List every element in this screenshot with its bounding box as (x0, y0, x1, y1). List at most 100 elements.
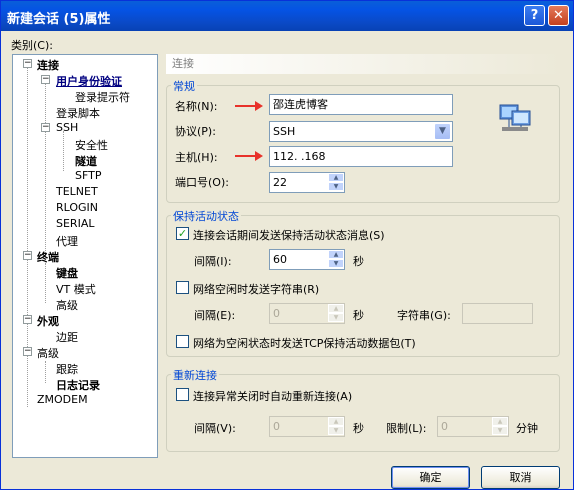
reconnect-interval-value: 0 (273, 420, 280, 433)
title-bar[interactable]: 新建会话 (5)属性 ? ✕ (1, 1, 573, 31)
tree-line (45, 263, 46, 303)
category-label: 类别(C): (11, 39, 53, 52)
tree-item-rlogin[interactable]: RLOGIN (56, 201, 98, 214)
interval-label: 间隔(I): (194, 255, 232, 268)
tree-item-logging[interactable]: 日志记录 (56, 377, 100, 393)
tree-item-ssh[interactable]: SSH (56, 121, 78, 134)
expand-toggle-terminal[interactable]: − (23, 251, 32, 260)
string-field (462, 303, 533, 324)
port-stepper[interactable]: 22 ▲ ▼ (269, 172, 345, 193)
tree-item-connection[interactable]: 连接 (37, 57, 59, 73)
cancel-button[interactable]: 取消 (481, 466, 560, 489)
string-label: 字符串(G): (397, 309, 451, 322)
tree-item-login-script[interactable]: 登录脚本 (56, 105, 100, 121)
spin-up-icon[interactable]: ▲ (328, 250, 344, 259)
tree-item-terminal-advanced[interactable]: 高级 (56, 297, 78, 313)
expand-toggle-auth[interactable]: − (41, 75, 50, 84)
general-group-title: 常规 (171, 78, 197, 94)
idle-interval-spinner: ▲ ▼ (328, 304, 344, 323)
expand-toggle-appearance[interactable]: − (23, 315, 32, 324)
protocol-select[interactable]: SSH ▼ (269, 121, 453, 142)
reconnect-group-title: 重新连接 (171, 367, 219, 383)
host-label: 主机(H): (175, 151, 218, 164)
spin-down-icon: ▼ (328, 426, 344, 435)
red-arrow-annotation (235, 101, 263, 111)
port-spinner[interactable]: ▲ ▼ (328, 173, 344, 192)
tree-item-appearance[interactable]: 外观 (37, 313, 59, 329)
port-value: 22 (273, 176, 287, 189)
tree-item-tunnel[interactable]: 隧道 (75, 153, 97, 169)
tree-line (45, 361, 46, 383)
port-label: 端口号(O): (175, 176, 229, 189)
limit-unit: 分钟 (516, 422, 538, 435)
panel-header: 连接 (166, 54, 561, 74)
reconnect-interval-label: 间隔(V): (194, 422, 236, 435)
interval-stepper[interactable]: 60 ▲ ▼ (269, 249, 345, 270)
name-field[interactable]: 邵连虎博客 (269, 94, 453, 115)
tcp-keepalive-label[interactable]: 网络为空闲状态时发送TCP保持活动数据包(T) (193, 335, 416, 351)
protocol-value: SSH (273, 125, 296, 138)
expand-toggle-connection[interactable]: − (23, 59, 32, 68)
ok-button[interactable]: 确定 (391, 466, 470, 489)
host-field[interactable]: 112. .168 (269, 146, 453, 167)
spin-down-icon[interactable]: ▼ (328, 259, 344, 268)
tree-item-user-auth[interactable]: 用户身份验证 (56, 73, 122, 89)
spin-down-icon: ▼ (328, 313, 344, 322)
tree-item-advanced[interactable]: 高级 (37, 345, 59, 361)
reconnect-interval-unit: 秒 (353, 422, 364, 435)
spin-up-icon[interactable]: ▲ (328, 173, 344, 182)
limit-label: 限制(L): (386, 422, 427, 435)
idle-interval-label: 间隔(E): (194, 309, 236, 322)
idle-string-label[interactable]: 网络空闲时发送字符串(R) (193, 281, 319, 297)
interval-spinner[interactable]: ▲ ▼ (328, 250, 344, 269)
network-computer-icon (498, 101, 532, 135)
tree-item-serial[interactable]: SERIAL (56, 217, 94, 230)
reconnect-interval-spinner: ▲ ▼ (328, 417, 344, 436)
tree-item-telnet[interactable]: TELNET (56, 185, 98, 198)
send-keepalive-checkbox[interactable]: ✓ (176, 227, 189, 240)
window-title: 新建会话 (5)属性 (7, 12, 111, 27)
tree-item-proxy[interactable]: 代理 (56, 233, 78, 249)
tree-line (45, 83, 46, 255)
help-button[interactable]: ? (524, 5, 545, 26)
tree-item-security[interactable]: 安全性 (75, 137, 108, 153)
interval-unit: 秒 (353, 255, 364, 268)
name-label: 名称(N): (175, 100, 218, 113)
limit-stepper: 0 ▲ ▼ (437, 416, 509, 437)
dialog-window: 新建会话 (5)属性 ? ✕ 类别(C): − 连接 − 用户身份验证 登录提示… (0, 0, 574, 490)
spin-up-icon: ▲ (328, 417, 344, 426)
tree-item-zmodem[interactable]: ZMODEM (37, 393, 88, 406)
chevron-down-icon[interactable]: ▼ (434, 123, 451, 140)
expand-toggle-advanced[interactable]: − (23, 347, 32, 356)
reconnect-interval-stepper: 0 ▲ ▼ (269, 416, 345, 437)
send-keepalive-label[interactable]: 连接会话期间发送保持活动状态消息(S) (193, 227, 385, 243)
tree-item-margins[interactable]: 边距 (56, 329, 78, 345)
spin-up-icon: ▲ (492, 417, 508, 426)
limit-value: 0 (441, 420, 448, 433)
tree-item-sftp[interactable]: SFTP (75, 169, 101, 182)
tcp-keepalive-checkbox[interactable] (176, 335, 189, 348)
spin-down-icon[interactable]: ▼ (328, 182, 344, 191)
protocol-label: 协议(P): (175, 125, 216, 138)
reconnect-group (166, 374, 560, 452)
auto-reconnect-checkbox[interactable] (176, 388, 189, 401)
idle-interval-stepper: 0 ▲ ▼ (269, 303, 345, 324)
expand-toggle-ssh[interactable]: − (41, 123, 50, 132)
tree-item-trace[interactable]: 跟踪 (56, 361, 78, 377)
red-arrow-annotation (235, 151, 263, 161)
close-button[interactable]: ✕ (548, 5, 569, 26)
spin-up-icon: ▲ (328, 304, 344, 313)
tree-line (27, 67, 28, 407)
category-tree[interactable]: − 连接 − 用户身份验证 登录提示符 登录脚本 − SSH 安全性 隧道 SF… (12, 54, 158, 458)
tree-item-terminal[interactable]: 终端 (37, 249, 59, 265)
tree-item-login-prompts[interactable]: 登录提示符 (75, 89, 130, 105)
auto-reconnect-label[interactable]: 连接异常关闭时自动重新连接(A) (193, 388, 352, 404)
idle-interval-unit: 秒 (353, 309, 364, 322)
tree-item-keyboard[interactable]: 键盘 (56, 265, 78, 281)
tree-item-vt-mode[interactable]: VT 模式 (56, 281, 96, 297)
spin-down-icon: ▼ (492, 426, 508, 435)
idle-string-checkbox[interactable] (176, 281, 189, 294)
keepalive-group-title: 保持活动状态 (171, 208, 241, 224)
idle-interval-value: 0 (273, 307, 280, 320)
tree-line (63, 131, 64, 171)
